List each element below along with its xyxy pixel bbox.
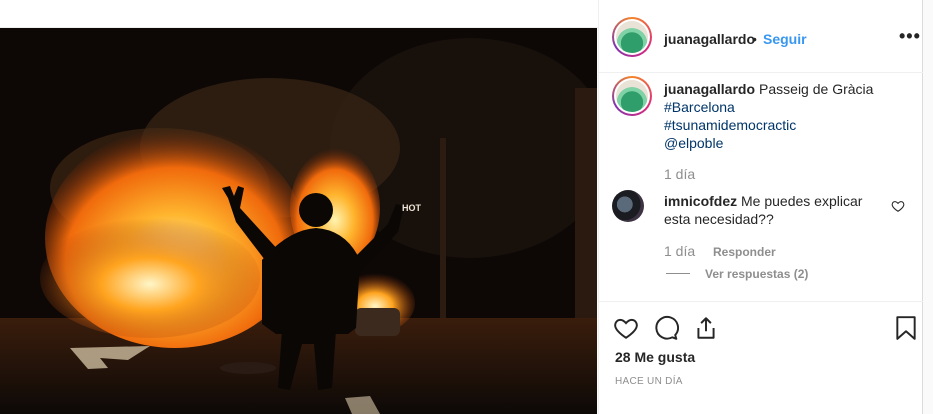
photo-sign-text: HOT [402, 203, 422, 213]
heart-icon[interactable] [613, 315, 639, 341]
hashtag-link[interactable]: #Barcelona [664, 98, 904, 116]
post-photo[interactable]: HOT [0, 28, 597, 414]
post-timestamp[interactable]: HACE UN DÍA [615, 376, 683, 387]
avatar[interactable] [612, 17, 652, 57]
comment-username[interactable]: imnicofdez [664, 193, 737, 209]
caption-location: Passeig de Gràcia [759, 81, 874, 97]
more-options-icon[interactable]: ••• [899, 26, 921, 47]
photo-scene: HOT [0, 28, 597, 414]
divider-line [666, 273, 690, 274]
caption-avatar[interactable] [612, 76, 652, 116]
separator-dot: • [752, 31, 757, 47]
caption-time[interactable]: 1 día [664, 166, 695, 182]
hashtag-link[interactable]: #tsunamidemocractic [664, 116, 904, 134]
view-replies-button[interactable]: Ver respuestas (2) [705, 267, 808, 281]
comment-icon[interactable] [653, 315, 679, 341]
post-actions: 28 Me gusta HACE UN DÍA [599, 301, 923, 414]
comment-time[interactable]: 1 día [664, 243, 695, 259]
small-heart-icon[interactable] [891, 199, 905, 213]
reply-button[interactable]: Responder [713, 245, 776, 259]
header-username[interactable]: juanagallardo [664, 31, 755, 47]
bookmark-icon[interactable] [895, 315, 917, 341]
post-header: juanagallardo • Seguir ••• [599, 0, 923, 73]
caption-username[interactable]: juanagallardo [664, 81, 755, 97]
comment-avatar[interactable] [612, 190, 644, 222]
mention-link[interactable]: @elpoble [664, 134, 904, 152]
share-icon[interactable] [693, 315, 719, 341]
scrollbar-edge [922, 0, 933, 414]
caption-text: juanagallardo Passeig de Gràcia #Barcelon… [664, 80, 904, 152]
comment-text: imnicofdez Me puedes explicar esta neces… [664, 192, 884, 228]
likes-count[interactable]: 28 Me gusta [615, 349, 695, 365]
follow-button[interactable]: Seguir [763, 31, 807, 47]
post-side-panel: juanagallardo • Seguir ••• juanagallardo… [598, 0, 923, 414]
